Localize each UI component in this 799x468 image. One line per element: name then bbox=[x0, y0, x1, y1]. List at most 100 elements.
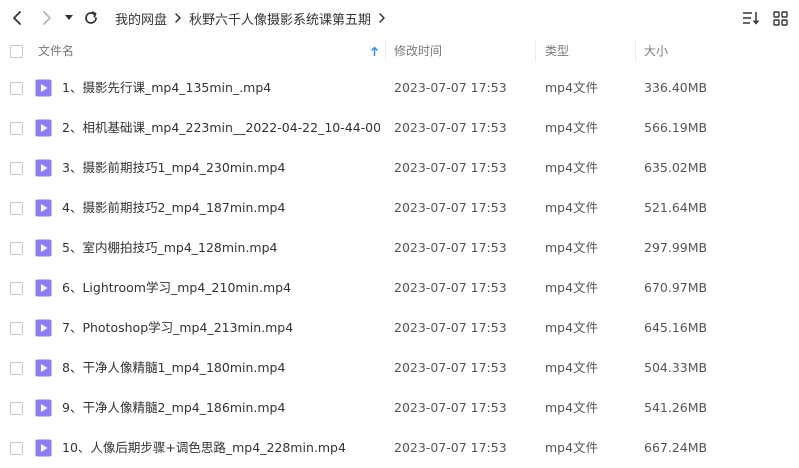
table-row[interactable]: 7、Photoshop学习_mp4_213min.mp4 2023-07-07 … bbox=[0, 308, 799, 348]
row-checkbox[interactable] bbox=[10, 402, 23, 415]
file-modified: 2023-07-07 17:53 bbox=[394, 200, 507, 215]
file-size: 667.24MB bbox=[644, 440, 708, 455]
file-list: 1、摄影先行课_mp4_135min_.mp4 2023-07-07 17:53… bbox=[0, 68, 799, 468]
file-modified: 2023-07-07 17:53 bbox=[394, 240, 507, 255]
file-name: 9、干净人像精髓2_mp4_186min.mp4 bbox=[62, 400, 286, 415]
video-file-icon bbox=[35, 119, 52, 137]
file-type: mp4文件 bbox=[545, 200, 599, 215]
file-modified: 2023-07-07 17:53 bbox=[394, 320, 507, 335]
file-modified: 2023-07-07 17:53 bbox=[394, 280, 507, 295]
video-file-icon bbox=[35, 239, 52, 257]
breadcrumb: 我的网盘 秋野六千人像摄影系统课第五期 bbox=[115, 0, 393, 36]
file-size: 297.99MB bbox=[644, 240, 708, 255]
file-type: mp4文件 bbox=[545, 280, 599, 295]
row-checkbox[interactable] bbox=[10, 202, 23, 215]
file-modified: 2023-07-07 17:53 bbox=[394, 80, 507, 95]
sort-list-icon bbox=[743, 12, 760, 25]
column-divider[interactable] bbox=[535, 40, 536, 62]
chevron-right-icon bbox=[43, 11, 51, 25]
grid-view-button[interactable] bbox=[769, 7, 791, 29]
table-row[interactable]: 3、摄影前期技巧1_mp4_230min.mp4 2023-07-07 17:5… bbox=[0, 148, 799, 188]
file-size: 521.64MB bbox=[644, 200, 708, 215]
file-type: mp4文件 bbox=[545, 440, 599, 455]
video-file-icon bbox=[35, 279, 52, 297]
file-name: 10、人像后期步骤+调色思路_mp4_228min.mp4 bbox=[62, 440, 346, 455]
file-size: 670.97MB bbox=[644, 280, 708, 295]
file-modified: 2023-07-07 17:53 bbox=[394, 120, 507, 135]
table-row[interactable]: 9、干净人像精髓2_mp4_186min.mp4 2023-07-07 17:5… bbox=[0, 388, 799, 428]
file-type: mp4文件 bbox=[545, 400, 599, 415]
file-name: 5、室内棚拍技巧_mp4_128min.mp4 bbox=[62, 240, 278, 255]
file-type: mp4文件 bbox=[545, 80, 599, 95]
video-file-icon bbox=[35, 199, 52, 217]
file-type: mp4文件 bbox=[545, 120, 599, 135]
file-name: 7、Photoshop学习_mp4_213min.mp4 bbox=[62, 320, 294, 335]
history-dropdown-button[interactable] bbox=[61, 7, 77, 29]
refresh-button[interactable] bbox=[80, 7, 102, 29]
file-type: mp4文件 bbox=[545, 160, 599, 175]
row-checkbox[interactable] bbox=[10, 162, 23, 175]
table-header: 文件名 修改时间 类型 大小 bbox=[0, 36, 799, 66]
row-checkbox[interactable] bbox=[10, 242, 23, 255]
table-row[interactable]: 2、相机基础课_mp4_223min__2022-04-22_10-44-00.… bbox=[0, 108, 799, 148]
video-file-icon bbox=[35, 439, 52, 457]
file-modified: 2023-07-07 17:53 bbox=[394, 360, 507, 375]
video-file-icon bbox=[35, 359, 52, 377]
table-row[interactable]: 8、干净人像精髓1_mp4_180min.mp4 2023-07-07 17:5… bbox=[0, 348, 799, 388]
grid-view-icon bbox=[772, 10, 788, 26]
sort-ascending-indicator[interactable] bbox=[370, 36, 379, 66]
header-name[interactable]: 文件名 bbox=[38, 36, 74, 66]
table-row[interactable]: 6、Lightroom学习_mp4_210min.mp4 2023-07-07 … bbox=[0, 268, 799, 308]
header-size[interactable]: 大小 bbox=[644, 36, 668, 66]
table-row[interactable]: 5、室内棚拍技巧_mp4_128min.mp4 2023-07-07 17:53… bbox=[0, 228, 799, 268]
breadcrumb-current[interactable]: 秋野六千人像摄影系统课第五期 bbox=[189, 9, 371, 28]
caret-down-icon bbox=[65, 15, 73, 20]
file-type: mp4文件 bbox=[545, 240, 599, 255]
file-modified: 2023-07-07 17:53 bbox=[394, 160, 507, 175]
column-divider[interactable] bbox=[385, 40, 386, 62]
row-checkbox[interactable] bbox=[10, 362, 23, 375]
file-size: 541.26MB bbox=[644, 400, 708, 415]
forward-button[interactable] bbox=[36, 7, 58, 29]
row-checkbox[interactable] bbox=[10, 322, 23, 335]
toolbar: 我的网盘 秋野六千人像摄影系统课第五期 bbox=[0, 0, 799, 36]
table-row[interactable]: 10、人像后期步骤+调色思路_mp4_228min.mp4 2023-07-07… bbox=[0, 428, 799, 468]
sort-button[interactable] bbox=[740, 7, 762, 29]
file-name: 6、Lightroom学习_mp4_210min.mp4 bbox=[62, 280, 292, 295]
header-type[interactable]: 类型 bbox=[545, 36, 569, 66]
back-button[interactable] bbox=[6, 7, 28, 29]
breadcrumb-root[interactable]: 我的网盘 bbox=[115, 9, 167, 28]
file-name: 2、相机基础课_mp4_223min__2022-04-22_10-44-00.… bbox=[62, 120, 380, 135]
file-type: mp4文件 bbox=[545, 360, 599, 375]
video-file-icon bbox=[35, 159, 52, 177]
file-modified: 2023-07-07 17:53 bbox=[394, 440, 507, 455]
video-file-icon bbox=[35, 399, 52, 417]
file-name: 3、摄影前期技巧1_mp4_230min.mp4 bbox=[62, 160, 286, 175]
chevron-right-icon bbox=[174, 12, 182, 24]
arrow-up-icon bbox=[370, 45, 379, 56]
refresh-icon bbox=[85, 11, 97, 24]
row-checkbox[interactable] bbox=[10, 122, 23, 135]
file-size: 504.33MB bbox=[644, 360, 708, 375]
file-modified: 2023-07-07 17:53 bbox=[394, 400, 507, 415]
select-all-checkbox[interactable] bbox=[10, 45, 23, 58]
row-checkbox[interactable] bbox=[10, 82, 23, 95]
chevron-left-icon bbox=[13, 11, 21, 25]
file-name: 8、干净人像精髓1_mp4_180min.mp4 bbox=[62, 360, 286, 375]
row-checkbox[interactable] bbox=[10, 282, 23, 295]
file-name: 1、摄影先行课_mp4_135min_.mp4 bbox=[62, 80, 272, 95]
table-row[interactable]: 4、摄影前期技巧2_mp4_187min.mp4 2023-07-07 17:5… bbox=[0, 188, 799, 228]
row-checkbox[interactable] bbox=[10, 442, 23, 455]
file-size: 566.19MB bbox=[644, 120, 708, 135]
video-file-icon bbox=[35, 79, 52, 97]
column-divider[interactable] bbox=[635, 40, 636, 62]
file-type: mp4文件 bbox=[545, 320, 599, 335]
header-modified[interactable]: 修改时间 bbox=[394, 36, 442, 66]
file-size: 645.16MB bbox=[644, 320, 708, 335]
table-row[interactable]: 1、摄影先行课_mp4_135min_.mp4 2023-07-07 17:53… bbox=[0, 68, 799, 108]
file-name: 4、摄影前期技巧2_mp4_187min.mp4 bbox=[62, 200, 286, 215]
video-file-icon bbox=[35, 319, 52, 337]
file-size: 336.40MB bbox=[644, 80, 708, 95]
chevron-right-icon[interactable] bbox=[378, 12, 386, 24]
file-size: 635.02MB bbox=[644, 160, 708, 175]
